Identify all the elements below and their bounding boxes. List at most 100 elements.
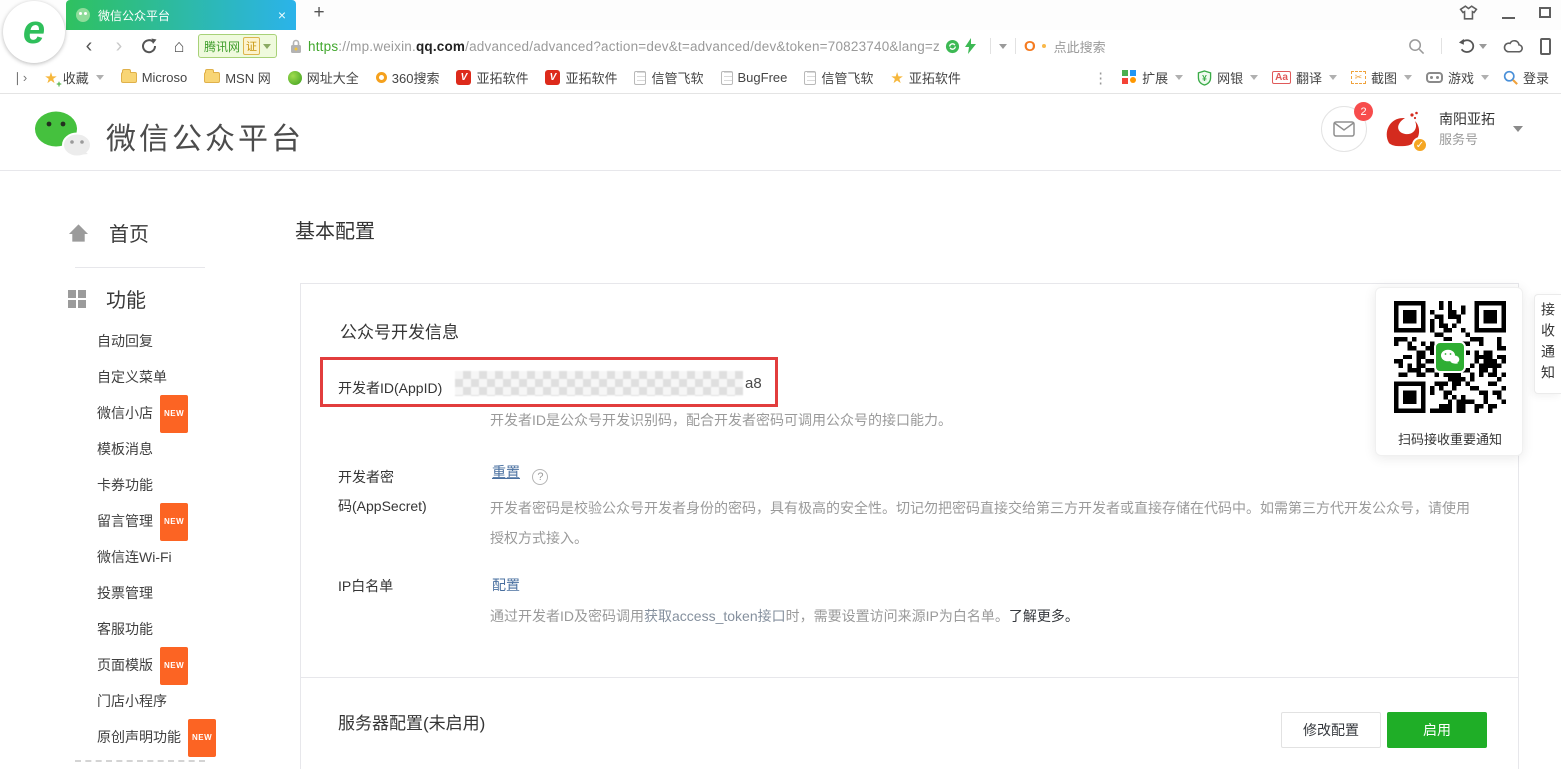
refresh-button[interactable] <box>134 36 164 56</box>
ip-config-link[interactable]: 配置 <box>492 575 520 595</box>
account-name: 南阳亚拓 <box>1439 110 1495 129</box>
new-badge: NEW <box>160 503 188 541</box>
favorites-star-icon: ★+ <box>44 69 57 87</box>
skin-theme-icon[interactable] <box>1459 4 1478 21</box>
browser-tab[interactable]: 微信公众平台 × <box>66 0 296 30</box>
bookmark-item[interactable]: 信管飞软 <box>804 68 873 87</box>
more-dots-icon[interactable]: ⋮ <box>1093 69 1108 87</box>
auto-refresh-icon[interactable] <box>945 39 960 54</box>
minimize-button[interactable] <box>1502 17 1515 19</box>
reset-link[interactable]: 重置 <box>492 464 520 480</box>
wechat-qr-center-icon <box>1434 341 1466 373</box>
forward-button[interactable]: › <box>104 31 134 61</box>
ip-whitelist-label: IP白名单 <box>338 576 393 596</box>
search-icon[interactable] <box>1408 38 1425 55</box>
browser-logo[interactable]: e <box>3 1 65 63</box>
back-button[interactable]: ‹ <box>74 31 104 61</box>
account-avatar[interactable]: ✓ <box>1381 107 1425 151</box>
site-globe-icon <box>288 71 302 85</box>
appsecret-description: 开发者密码是校验公众号开发者身份的密码，具有极高的安全性。切记勿把密码直接交给第… <box>490 493 1482 553</box>
learn-more-link[interactable]: 了解更多。 <box>1009 608 1079 624</box>
sidebar-item-original-statement[interactable]: 原创声明功能NEW <box>97 719 216 755</box>
favorites-menu[interactable]: ★+ 收藏 <box>44 68 103 87</box>
sidebar-item-features[interactable]: 功能 <box>68 284 146 313</box>
wechat-logo <box>32 109 94 159</box>
search-engine-icon: O <box>1024 38 1036 55</box>
appid-highlight-box <box>320 357 778 407</box>
tab-title: 微信公众平台 <box>98 7 270 24</box>
omnibox-search[interactable]: O 点此搜索 <box>990 37 1106 56</box>
cert-badge: 证 <box>243 37 260 55</box>
appsecret-actions: 重置 ? <box>492 462 548 485</box>
sidebar-item-comment-mgmt[interactable]: 留言管理NEW <box>97 503 216 539</box>
login-magnifier-icon <box>1503 70 1518 85</box>
extensions-menu[interactable]: 扩展 <box>1122 68 1183 87</box>
sidebar-item-custom-menu[interactable]: 自定义菜单 <box>97 359 216 395</box>
sidebar-item-store-miniprogram[interactable]: 门店小程序 <box>97 683 216 719</box>
translate-icon: Aa <box>1272 71 1291 84</box>
bookmark-item[interactable]: 网址大全 <box>288 68 359 87</box>
receive-notice-tab[interactable]: 接收通知 <box>1534 294 1561 394</box>
undo-history-icon[interactable] <box>1458 38 1476 55</box>
sidebar-expand-icon[interactable]: ❘› <box>12 70 27 86</box>
platform-title: 微信公众平台 <box>106 114 304 158</box>
address-bar[interactable]: https://mp.weixin.qq.com/advanced/advanc… <box>289 38 976 54</box>
app-icon: V <box>456 70 471 85</box>
bookmark-item[interactable]: Microso <box>121 70 188 85</box>
search-placeholder[interactable]: 点此搜索 <box>1054 37 1106 56</box>
browser-toolbar: ‹ › ⌂ 腾讯网 证 https://mp.weixin.qq.com/adv… <box>0 30 1561 62</box>
bookmark-item[interactable]: 信管飞软 <box>634 68 703 87</box>
home-button[interactable]: ⌂ <box>164 31 194 61</box>
help-question-icon[interactable]: ? <box>532 469 548 485</box>
sidebar-item-auto-reply[interactable]: 自动回复 <box>97 323 216 359</box>
bookmark-item[interactable]: ★亚拓软件 <box>890 68 960 87</box>
sidebar-item-customer-service[interactable]: 客服功能 <box>97 611 216 647</box>
games-menu[interactable]: 游戏 <box>1426 68 1489 87</box>
bookmark-item[interactable]: BugFree <box>721 70 788 85</box>
sidebar-item-home[interactable]: 首页 <box>68 218 149 247</box>
titlebar: 微信公众平台 × + <box>0 0 1561 30</box>
new-badge: NEW <box>188 719 216 757</box>
online-banking-menu[interactable]: ¥ 网银 <box>1197 68 1258 87</box>
qr-notice-panel: 扫码接收重要通知 <box>1375 287 1523 456</box>
speed-bolt-icon[interactable] <box>965 38 976 54</box>
modify-config-button[interactable]: 修改配置 <box>1281 712 1381 748</box>
url-dropdown-icon[interactable] <box>999 44 1007 49</box>
browser-window: 微信公众平台 × + e ‹ › ⌂ 腾讯网 证 <box>0 0 1561 769</box>
screenshot-menu[interactable]: ✂ 截图 <box>1351 68 1412 87</box>
enable-button[interactable]: 启用 <box>1387 712 1487 748</box>
sidebar-item-template-message[interactable]: 模板消息 <box>97 431 216 467</box>
sidebar-item-vote-mgmt[interactable]: 投票管理 <box>97 575 216 611</box>
page-title: 基本配置 <box>295 215 375 244</box>
sidebar-item-wechat-store[interactable]: 微信小店NEW <box>97 395 216 431</box>
bookmark-item[interactable]: 360搜索 <box>376 68 440 87</box>
grid-icon <box>68 290 86 308</box>
maximize-button[interactable] <box>1539 7 1551 18</box>
new-badge: NEW <box>160 395 188 433</box>
bookmark-item[interactable]: V亚拓软件 <box>545 68 617 87</box>
bookmark-item[interactable]: MSN 网 <box>204 68 271 87</box>
login-button[interactable]: 登录 <box>1503 68 1549 87</box>
sidebar-item-card-coupon[interactable]: 卡券功能 <box>97 467 216 503</box>
translate-menu[interactable]: Aa 翻译 <box>1272 68 1337 87</box>
page-header: 微信公众平台 2 ✓ 南阳亚拓 服务号 <box>0 94 1561 171</box>
sidebar-item-wifi[interactable]: 微信连Wi-Fi <box>97 539 216 575</box>
url-text: https://mp.weixin.qq.com/advanced/advanc… <box>308 39 940 54</box>
account-dropdown-icon[interactable] <box>1513 126 1523 132</box>
bookmarks-bar: ❘› ★+ 收藏 Microso MSN 网 网址大全 360搜索 V亚拓软件 … <box>0 62 1561 94</box>
mobile-connect-icon[interactable] <box>1540 38 1551 55</box>
cloud-sync-icon[interactable] <box>1503 39 1524 54</box>
section-divider <box>301 677 1518 678</box>
new-badge: NEW <box>160 647 188 685</box>
new-tab-button[interactable]: + <box>306 2 332 24</box>
tab-close-icon[interactable]: × <box>278 7 286 23</box>
undo-dropdown-icon[interactable] <box>1479 44 1487 49</box>
access-token-link[interactable]: 获取access_token接口 <box>644 608 786 624</box>
sidebar-menu: 自动回复 自定义菜单 微信小店NEW 模板消息 卡券功能 留言管理NEW 微信连… <box>97 323 216 755</box>
folder-icon <box>204 72 220 83</box>
bookmark-item[interactable]: V亚拓软件 <box>456 68 528 87</box>
site-identity-badge[interactable]: 腾讯网 证 <box>198 34 277 58</box>
notifications-button[interactable]: 2 <box>1321 106 1367 152</box>
sidebar-item-page-template[interactable]: 页面模版NEW <box>97 647 216 683</box>
badge-caret-icon <box>263 44 271 49</box>
